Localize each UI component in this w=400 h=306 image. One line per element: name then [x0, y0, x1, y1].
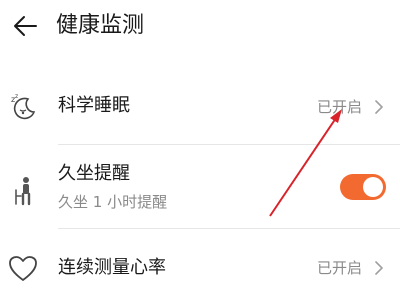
divider [58, 144, 400, 145]
svg-text:z: z [15, 93, 18, 100]
sleep-moon-icon: z z [8, 92, 38, 122]
row-sedentary-reminder: 久坐提醒 久坐 1 小时提醒 [0, 158, 400, 222]
health-monitoring-page: 健康监测 z z 科学睡眠 已开启 久坐提醒 久坐 1 小时提醒 连续测量心率 … [0, 0, 400, 306]
row-scientific-sleep[interactable]: z z 科学睡眠 已开启 [0, 80, 400, 136]
toggle-knob [363, 177, 383, 197]
row-label: 久坐提醒 [58, 163, 130, 184]
heart-icon [8, 254, 38, 284]
row-subtitle: 久坐 1 小时提醒 [58, 193, 168, 211]
header: 健康监测 [0, 0, 400, 56]
chevron-right-icon [372, 97, 386, 117]
status-value: 已开启 [316, 98, 362, 116]
page-title: 健康监测 [56, 13, 145, 38]
sitting-person-icon [12, 176, 42, 206]
status-value: 已开启 [316, 259, 362, 277]
row-continuous-heart-rate[interactable]: 连续测量心率 已开启 [0, 240, 400, 296]
chevron-right-icon [372, 258, 386, 278]
sedentary-reminder-toggle[interactable] [340, 174, 386, 200]
divider [58, 228, 400, 229]
back-arrow-icon [14, 16, 37, 36]
row-label: 科学睡眠 [58, 95, 130, 116]
row-label: 连续测量心率 [58, 257, 166, 278]
back-button[interactable] [10, 10, 42, 42]
